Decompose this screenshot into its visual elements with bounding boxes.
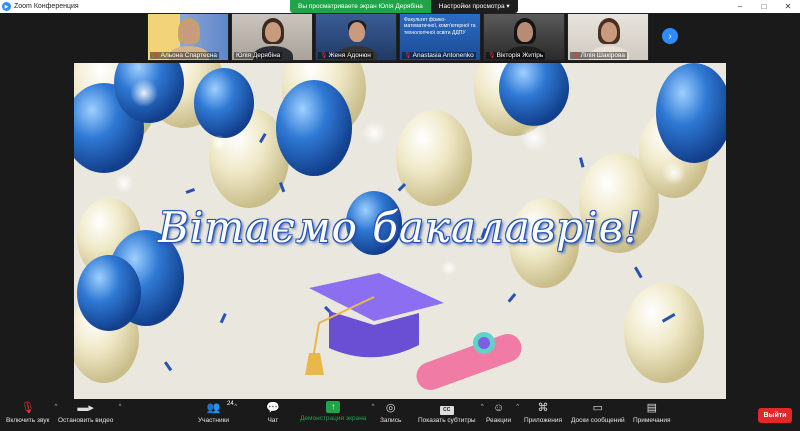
shared-slide: Вітаємо бакалаврів! — [74, 63, 726, 399]
mic-muted-icon: 🎙 — [152, 53, 160, 59]
record-label: Запись — [380, 417, 402, 424]
maximize-icon[interactable]: □ — [752, 0, 776, 13]
share-screen-icon: ↑ — [326, 401, 341, 413]
stop-video-button[interactable]: ▬▸ Остановить видео ^ — [58, 401, 121, 424]
mic-muted-icon: 🎙 — [20, 402, 35, 414]
chat-icon: 💬 — [266, 402, 280, 414]
mic-muted-icon: 🎙 — [488, 53, 496, 59]
participant-name: 🎙 Женя Адонюн — [318, 52, 373, 59]
unmute-label: Включить звук — [6, 417, 50, 424]
whiteboard-label: Доски сообщений — [571, 417, 625, 424]
apps-icon: ⌘ — [537, 402, 549, 414]
participant-tile[interactable]: 🎙 Женя Адонюн — [315, 13, 397, 61]
chevron-up-icon[interactable]: ^ — [481, 404, 484, 410]
apps-button[interactable]: ⌘ Приложения — [524, 401, 562, 424]
participant-name: 🎙 Лілія Шакірова — [570, 52, 627, 59]
participants-icon: 👥 — [206, 402, 221, 414]
view-settings-dropdown[interactable]: Настройки просмотра ▾ — [430, 0, 518, 13]
slide-headline: Вітаємо бакалаврів! — [158, 203, 642, 252]
reactions-button[interactable]: ☺ Реакции ^ — [486, 401, 519, 424]
reactions-label: Реакции — [486, 417, 512, 424]
whiteboard-icon: ▭ — [592, 402, 604, 414]
participant-tile[interactable]: 🎙 Лілія Шакірова — [567, 13, 649, 61]
unmute-button[interactable]: 🎙 Включить звук ^ — [6, 401, 57, 424]
mic-muted-icon: 🎙 — [320, 53, 328, 59]
whiteboard-button[interactable]: ▭ Доски сообщений — [571, 401, 625, 424]
participants-button[interactable]: 👥 Участники ^ — [198, 401, 237, 424]
participant-tile[interactable]: Юлія Дерябіна — [231, 13, 313, 61]
share-screen-button[interactable]: ↑ Демонстрация экрана ^ — [300, 401, 374, 422]
window-title: Zoom Конференция — [14, 3, 79, 10]
participant-name: 🎙 Anastasia Antonenko — [402, 52, 476, 59]
next-page-button[interactable]: › — [662, 28, 678, 44]
notes-button[interactable]: ▤ Примечания — [633, 401, 671, 424]
viewing-notice: Вы просматриваете экран Юлія Дерябіна — [290, 0, 431, 13]
chevron-up-icon[interactable]: ^ — [234, 404, 237, 410]
participant-count: 24 — [227, 401, 234, 407]
shared-screen-area: Вітаємо бакалаврів! ⟺ — [0, 63, 800, 422]
chevron-up-icon[interactable]: ^ — [516, 404, 519, 410]
participant-gallery: 🎙 Альона Спартесна Юлія Дерябіна 🎙 Женя Ад… — [0, 13, 800, 63]
participant-tile[interactable]: Факультет фізико-математичної, комп'ютер… — [399, 13, 481, 61]
participant-name: 🎙 Альона Спартесна — [150, 52, 220, 59]
chevron-up-icon[interactable]: ^ — [372, 404, 375, 410]
stop-video-label: Остановить видео — [58, 417, 114, 424]
share-banner: Вы просматриваете экран Юлія Дерябіна На… — [290, 0, 518, 13]
chevron-up-icon[interactable]: ^ — [119, 404, 122, 410]
window-controls: – □ ✕ — [728, 0, 800, 13]
chevron-right-icon: › — [668, 30, 672, 42]
chat-label: Чат — [267, 417, 279, 424]
close-icon[interactable]: ✕ — [776, 0, 800, 13]
record-button[interactable]: ◎ Запись — [380, 401, 401, 424]
reactions-icon: ☺ — [492, 402, 505, 414]
notes-label: Примечания — [633, 417, 671, 424]
participant-name: 🎙 Вікторія Житірь — [486, 52, 546, 59]
zoom-logo-icon: ▶ — [2, 2, 11, 11]
participants-label: Участники — [198, 417, 230, 424]
apps-label: Приложения — [524, 417, 563, 424]
meeting-toolbar: 🎙 Включить звук ^ ▬▸ Остановить видео ^ … — [0, 399, 800, 431]
tile-slide-text: Факультет фізико-математичної, комп'ютер… — [404, 17, 476, 36]
mic-muted-icon: 🎙 — [404, 53, 412, 59]
participant-tile[interactable]: 🎙 Вікторія Житірь — [483, 13, 565, 61]
participant-name: Юлія Дерябіна — [234, 52, 283, 59]
show-captions-label: Показать субтитры — [418, 417, 476, 424]
record-icon: ◎ — [385, 402, 396, 414]
mic-muted-icon: 🎙 — [572, 53, 580, 59]
notes-icon: ▤ — [646, 402, 657, 414]
cc-icon: CC — [418, 401, 476, 415]
minimize-icon[interactable]: – — [728, 0, 752, 13]
chat-button[interactable]: 💬 Чат — [266, 401, 280, 424]
leave-button[interactable]: Выйти — [758, 408, 792, 423]
chevron-up-icon[interactable]: ^ — [55, 404, 58, 410]
participant-tile[interactable]: 🎙 Альона Спартесна — [147, 13, 229, 61]
show-captions-button[interactable]: CC Показать субтитры ^ — [418, 401, 484, 424]
video-camera-icon: ▬▸ — [77, 402, 94, 414]
share-screen-label: Демонстрация экрана — [300, 415, 367, 422]
